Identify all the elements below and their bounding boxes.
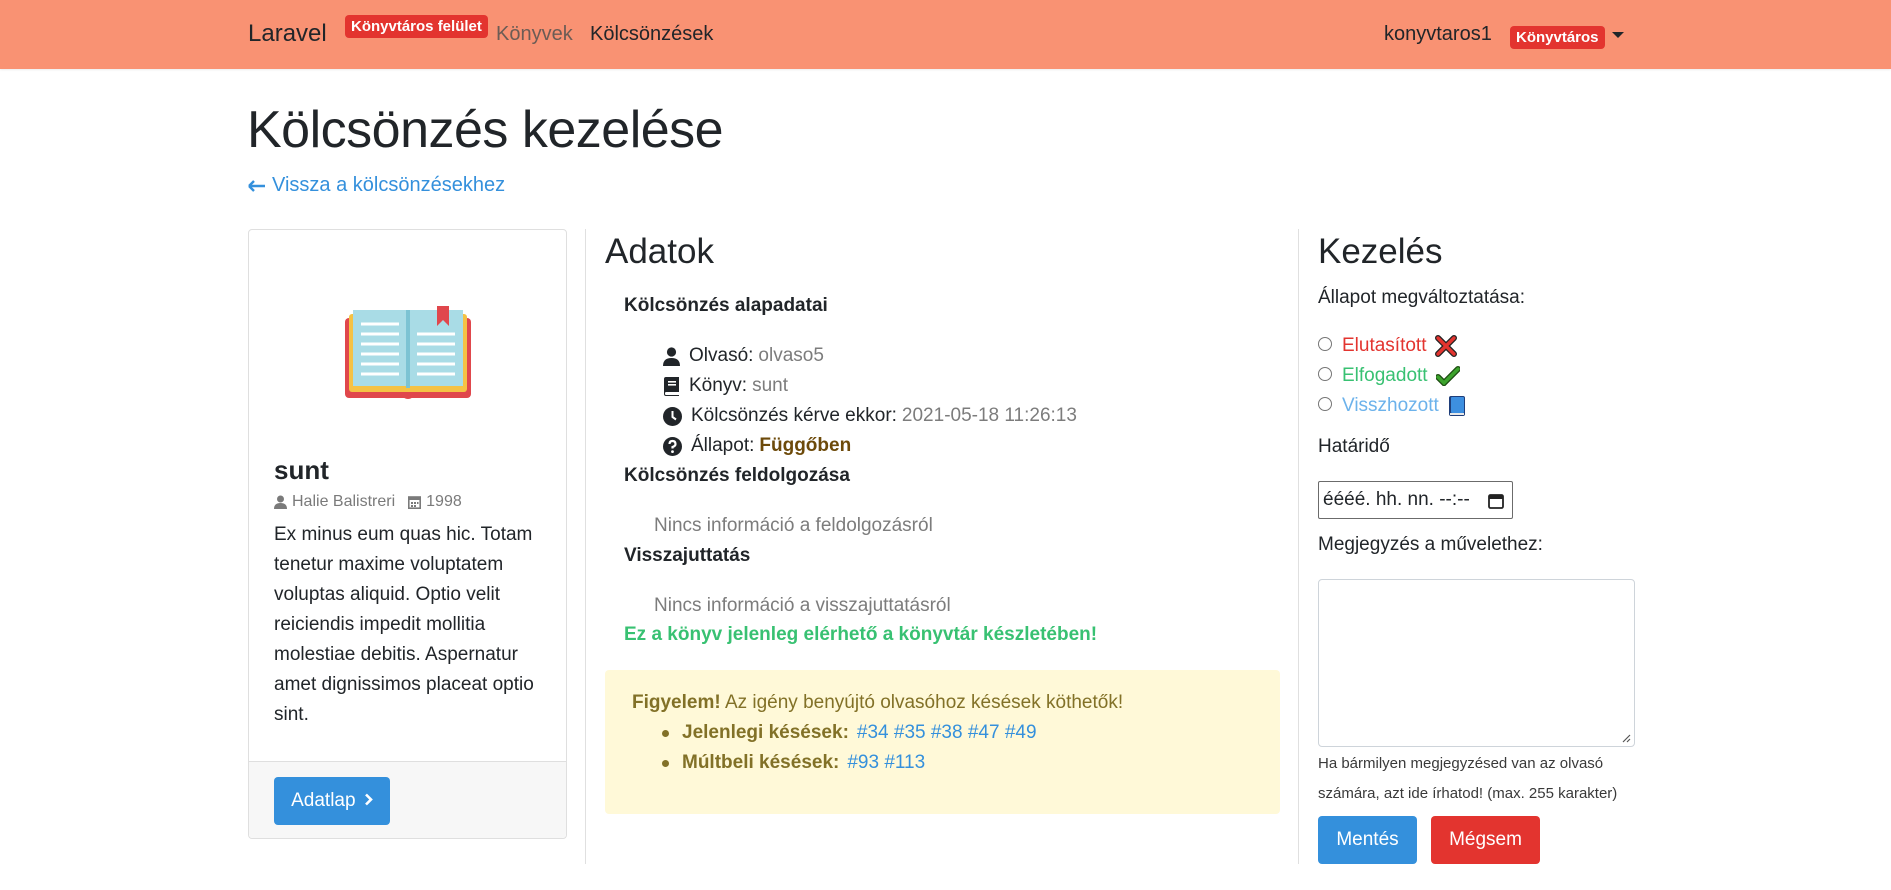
reader-label: Olvasó:: [689, 345, 754, 366]
reader-value: olvaso5: [758, 345, 824, 366]
column-divider: [585, 229, 586, 864]
late-warning-alert: Figyelem! Az igény benyújtó olvasóhoz ké…: [605, 670, 1280, 814]
late-link[interactable]: #113: [884, 752, 925, 773]
late-link[interactable]: #38: [931, 722, 963, 743]
late-link[interactable]: #34: [857, 722, 889, 743]
bullet-icon: [662, 759, 669, 767]
brand-link[interactable]: Laravel: [248, 20, 327, 48]
open-book-icon: [345, 306, 471, 399]
status-label: Állapot:: [691, 435, 755, 456]
brand-badge: Könyvtáros felület: [345, 15, 488, 38]
column-divider: [1298, 229, 1299, 864]
arrow-left-icon: [248, 179, 265, 192]
navbar: Laravel Könyvtáros felület Könyvek Kölcs…: [0, 0, 1891, 69]
radio-rejected[interactable]: [1318, 337, 1332, 351]
comment-label: Megjegyzés a művelethez:: [1318, 534, 1543, 555]
rejected-label: Elutasított: [1342, 335, 1427, 356]
availability-text: Ez a könyv jelenleg elérhető a könyvtár …: [624, 624, 1098, 645]
accepted-label: Elfogadott: [1342, 365, 1428, 386]
cancel-button[interactable]: Mégsem: [1431, 816, 1540, 864]
blue-book-icon: [1448, 396, 1465, 416]
change-status-label: Állapot megváltoztatása:: [1318, 287, 1526, 308]
status-value: Függőben: [759, 435, 852, 456]
book-author: Halie Balistreri: [292, 493, 396, 510]
dropdown-caret-icon[interactable]: [1612, 32, 1624, 38]
book-card: sunt Halie Balistreri 1998 Ex minus eum …: [248, 229, 567, 839]
status-row: Állapot: Függőben: [663, 435, 851, 457]
page-title: Kölcsönzés kezelése: [247, 101, 724, 159]
status-option-returned[interactable]: Visszhozott: [1318, 395, 1467, 417]
calendar-icon: [408, 496, 422, 509]
calendar-icon[interactable]: [1488, 493, 1504, 509]
return-heading: Visszajuttatás: [624, 545, 751, 566]
processing-info: Nincs információ a feldolgozásról: [654, 515, 933, 536]
current-lates-item: Jelenlegi késések: #34 #35 #38 #47 #49: [662, 722, 1037, 744]
requested-label: Kölcsönzés kérve ekkor:: [691, 405, 897, 426]
book-details-button[interactable]: Adatlap: [274, 777, 390, 825]
question-circle-icon: [663, 436, 682, 456]
book-row: Könyv: sunt: [663, 375, 788, 397]
user-icon: [663, 346, 680, 366]
role-badge[interactable]: Könyvtáros: [1510, 26, 1605, 49]
book-label: Könyv:: [689, 375, 748, 396]
data-heading: Adatok: [605, 232, 714, 271]
processing-heading: Kölcsönzés feldolgozása: [624, 465, 850, 486]
book-year: 1998: [426, 493, 462, 510]
requested-value: 2021-05-18 11:26:13: [901, 405, 1077, 426]
late-link[interactable]: #49: [1005, 722, 1037, 743]
clock-icon: [663, 406, 682, 426]
resize-handle-icon[interactable]: [1621, 733, 1631, 743]
book-value: sunt: [752, 375, 789, 396]
past-lates-label: Múltbeli késések:: [682, 752, 840, 773]
book-details-label: Adatlap: [291, 790, 356, 811]
manage-heading: Kezelés: [1318, 232, 1443, 271]
past-lates-links: #93 #113: [847, 752, 925, 774]
return-info: Nincs információ a visszajuttatásról: [654, 595, 951, 616]
card-footer: Adatlap: [249, 761, 566, 838]
late-link[interactable]: #35: [894, 722, 926, 743]
deadline-input[interactable]: éééé. hh. nn. --:--: [1318, 481, 1513, 519]
back-link-label: Vissza a kölcsönzésekhez: [272, 174, 506, 196]
status-option-accepted[interactable]: Elfogadott: [1318, 365, 1460, 387]
radio-accepted[interactable]: [1318, 367, 1332, 381]
book-description: Ex minus eum quas hic. Totam tenetur max…: [274, 524, 534, 725]
deadline-placeholder: éééé. hh. nn. --:--: [1323, 489, 1470, 510]
current-lates-links: #34 #35 #38 #47 #49: [857, 722, 1037, 744]
red-x-icon: [1434, 335, 1457, 357]
green-check-icon: [1435, 366, 1460, 386]
requested-row: Kölcsönzés kérve ekkor: 2021-05-18 11:26…: [663, 405, 1077, 427]
late-link[interactable]: #93: [847, 752, 879, 773]
bullet-icon: [662, 729, 669, 737]
radio-returned[interactable]: [1318, 397, 1332, 411]
alert-strong: Figyelem!: [632, 692, 721, 713]
chevron-right-icon: [364, 793, 373, 806]
book-meta: Halie Balistreri 1998: [274, 493, 462, 511]
current-lates-label: Jelenlegi késések:: [682, 722, 849, 743]
deadline-label: Határidő: [1318, 436, 1390, 457]
returned-label: Visszhozott: [1342, 395, 1439, 416]
status-option-rejected[interactable]: Elutasított: [1318, 335, 1457, 357]
past-lates-item: Múltbeli késések: #93 #113: [662, 752, 925, 774]
alert-message: Figyelem! Az igény benyújtó olvasóhoz ké…: [632, 692, 1123, 714]
comment-help-text: Ha bármilyen megjegyzésed van az olvasó …: [1318, 755, 1618, 802]
alert-text: Az igény benyújtó olvasóhoz késések köth…: [724, 692, 1124, 713]
reader-row: Olvasó: olvaso5: [663, 345, 824, 367]
save-button[interactable]: Mentés: [1318, 816, 1417, 864]
nav-books-link[interactable]: Könyvek: [496, 23, 573, 46]
book-icon: [664, 376, 679, 396]
back-link[interactable]: Vissza a kölcsönzésekhez: [248, 174, 505, 197]
user-icon: [274, 495, 287, 509]
comment-textarea[interactable]: [1318, 579, 1635, 747]
user-dropdown-name[interactable]: konyvtaros1: [1384, 23, 1492, 46]
basics-heading: Kölcsönzés alapadatai: [624, 295, 828, 316]
book-title: sunt: [274, 455, 329, 485]
late-link[interactable]: #47: [968, 722, 1000, 743]
nav-loans-link[interactable]: Kölcsönzések: [590, 23, 713, 46]
